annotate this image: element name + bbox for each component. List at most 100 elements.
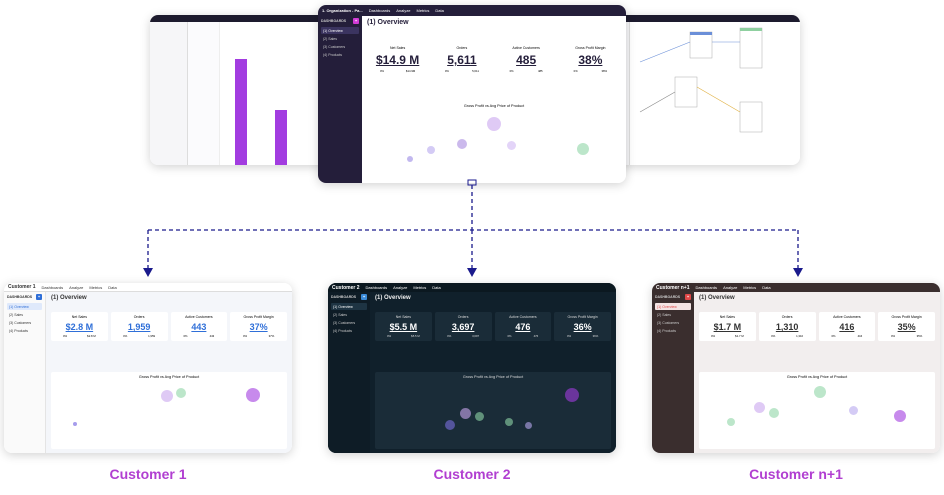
add-icon[interactable]: + (36, 294, 42, 300)
bubble[interactable] (769, 408, 779, 418)
menu-analyze[interactable]: Analyze (723, 285, 737, 290)
sidebar-header: DASHBOARDS (331, 295, 357, 299)
menu-data[interactable]: Data (432, 285, 440, 290)
bubble[interactable] (176, 388, 186, 398)
kpi-label: Gross Profit Margin (891, 315, 922, 319)
scatter-plot: Gross Profit vs Avg Price of Product (375, 372, 611, 449)
kpi-active-customers: Active Customers 476 0% 476 (494, 312, 552, 341)
kpi-label: Net Sales (719, 315, 735, 319)
bubble[interactable] (161, 390, 173, 402)
customer3-sidebar: DASHBOARDS + (1) Overview (2) Sales (3) C… (652, 292, 694, 453)
menu-dashboards[interactable]: Dashboards (42, 285, 64, 290)
sidebar-item-customers[interactable]: (3) Customers (655, 319, 691, 326)
app-title[interactable]: Customer 2 (332, 285, 360, 291)
kpi-value[interactable]: $2.8 M (53, 322, 106, 332)
kpi-value[interactable]: 37% (232, 322, 285, 332)
bubble[interactable] (894, 410, 906, 422)
kpi-label: Orders (457, 315, 469, 319)
bubble[interactable] (246, 388, 260, 402)
kpi-prev: 476 (533, 334, 539, 338)
kpi-value[interactable]: 443 (173, 322, 226, 332)
page-title: (1) Overview (699, 295, 735, 301)
kpi-label: Net Sales (395, 315, 411, 319)
sidebar-item-customers[interactable]: (3) Customers (331, 319, 367, 326)
menu-data[interactable]: Data (762, 285, 770, 290)
kpi-label: Orders (133, 315, 145, 319)
menu-dashboards[interactable]: Dashboards (366, 285, 388, 290)
caption-customer-1: Customer 1 (109, 466, 187, 482)
kpi-prev: 1,959 (148, 334, 156, 338)
kpi-value[interactable]: 416 (821, 322, 874, 332)
sidebar-header: DASHBOARDS (7, 295, 33, 299)
sidebar-item-products[interactable]: (4) Products (655, 327, 691, 334)
kpi-value[interactable]: 35% (880, 322, 933, 332)
customer1-sidebar: DASHBOARDS + (1) Overview (2) Sales (3) C… (4, 292, 46, 453)
bubble[interactable] (565, 388, 579, 402)
kpi-pct: 0% (387, 334, 392, 338)
plot-title: Gross Profit vs Avg Price of Product (786, 375, 848, 379)
kpi-value[interactable]: 1,310 (761, 322, 814, 332)
sidebar-item-customers[interactable]: (3) Customers (7, 319, 42, 326)
sidebar-header: DASHBOARDS (655, 295, 681, 299)
bubble[interactable] (475, 412, 484, 421)
menu-dashboards[interactable]: Dashboards (695, 285, 717, 290)
sidebar-item-overview[interactable]: (1) Overview (655, 303, 691, 310)
kpi-value[interactable]: 1,959 (113, 322, 166, 332)
menu-analyze[interactable]: Analyze (393, 285, 407, 290)
bubble[interactable] (445, 420, 455, 430)
kpi-net-sales: Net Sales $5.5 M 0% $5.5 M (375, 312, 432, 341)
kpi-row: Net Sales $2.8 M 0% $2.8 M Orders 1,959 0… (51, 312, 287, 341)
kpi-label: Active Customers (185, 315, 213, 319)
kpi-pct: 0% (183, 334, 188, 338)
kpi-gross-profit-margin: Gross Profit Margin 36% 0% 36% (554, 312, 611, 341)
kpi-label: Active Customers (833, 315, 861, 319)
bubble[interactable] (460, 408, 471, 419)
sidebar-item-sales[interactable]: (2) Sales (655, 311, 691, 318)
kpi-pct: 0% (63, 334, 68, 338)
menu-analyze[interactable]: Analyze (69, 285, 83, 290)
sidebar-item-overview[interactable]: (1) Overview (7, 303, 42, 310)
kpi-label: Gross Profit Margin (243, 315, 274, 319)
kpi-value[interactable]: $5.5 M (377, 322, 430, 332)
kpi-value[interactable]: 3,697 (437, 322, 490, 332)
kpi-value[interactable]: 36% (556, 322, 609, 332)
sidebar-item-sales[interactable]: (2) Sales (7, 311, 42, 318)
kpi-value[interactable]: $1.7 M (701, 322, 754, 332)
bubble[interactable] (73, 422, 77, 426)
sidebar-item-products[interactable]: (4) Products (7, 327, 42, 334)
app-title[interactable]: Customer n+1 (656, 285, 689, 291)
menu-metrics[interactable]: Metrics (743, 285, 756, 290)
kpi-label: Orders (781, 315, 793, 319)
bubble[interactable] (754, 402, 765, 413)
kpi-label: Gross Profit Margin (567, 315, 598, 319)
sidebar-item-overview[interactable]: (1) Overview (331, 303, 367, 310)
menu-metrics[interactable]: Metrics (413, 285, 426, 290)
sidebar-item-sales[interactable]: (2) Sales (331, 311, 367, 318)
scatter-plot: Gross Profit vs Avg Price of Product (699, 372, 935, 449)
add-icon[interactable]: + (685, 294, 691, 300)
kpi-prev: 443 (209, 334, 215, 338)
customer2-main: (1) Overview Net Sales $5.5 M 0% $5.5 M O… (370, 292, 616, 453)
bubble[interactable] (525, 422, 532, 429)
sidebar-item-products[interactable]: (4) Products (331, 327, 367, 334)
bubble[interactable] (814, 386, 826, 398)
bubble[interactable] (849, 406, 858, 415)
bubble[interactable] (505, 418, 513, 426)
customer1-window: Customer 1 Dashboards Analyze Metrics Da… (4, 283, 292, 453)
caption-customer-2: Customer 2 (433, 466, 511, 482)
bubble[interactable] (727, 418, 735, 426)
customer2-topbar: Customer 2 Dashboards Analyze Metrics Da… (328, 283, 616, 292)
page-title: (1) Overview (51, 295, 87, 301)
kpi-value[interactable]: 476 (497, 322, 550, 332)
menu-metrics[interactable]: Metrics (89, 285, 102, 290)
kpi-gross-profit-margin: Gross Profit Margin 37% 0% 37% (230, 312, 287, 341)
menu-data[interactable]: Data (108, 285, 116, 290)
customer1-main: (1) Overview Net Sales $2.8 M 0% $2.8 M O… (46, 292, 292, 453)
kpi-row: Net Sales $1.7 M 0% $1.7 M Orders 1,310 0… (699, 312, 935, 341)
customer3-main: (1) Overview Net Sales $1.7 M 0% $1.7 M O… (694, 292, 940, 453)
kpi-prev: $2.8 M (87, 334, 96, 338)
customer2-sidebar: DASHBOARDS + (1) Overview (2) Sales (3) C… (328, 292, 370, 453)
app-title[interactable]: Customer 1 (8, 284, 36, 290)
kpi-orders: Orders 1,310 0% 1,310 (758, 312, 816, 341)
add-icon[interactable]: + (361, 294, 367, 300)
